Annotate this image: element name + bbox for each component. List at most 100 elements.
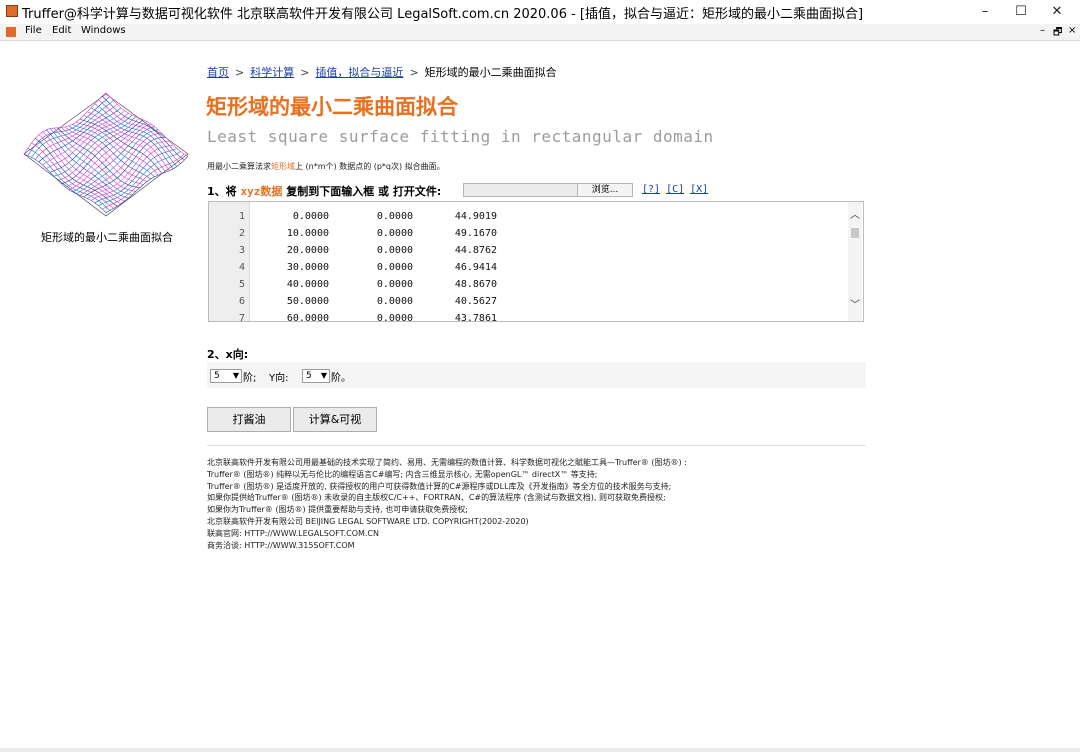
help-links: [?] [C] [X] (642, 184, 714, 195)
mesh-line (57, 117, 140, 181)
x-value: 50.0000 (286, 296, 329, 307)
y-value: 0.0000 (376, 313, 413, 322)
sidebar-label[interactable]: 矩形域的最小二乘曲面拟合 (22, 229, 192, 245)
data-row: 3 20.0000 0.0000 44.8762 (209, 242, 497, 259)
line-number: 7 (238, 313, 245, 322)
footer-line: 如果你提供给Truffer® (图坊®) 未收录的自主版权C/C++、FORTR… (207, 493, 666, 503)
x-value: 20.0000 (286, 245, 329, 256)
mdi-child-icon[interactable] (6, 27, 16, 37)
z-value: 40.5627 (454, 296, 497, 307)
desc-highlight: 矩形域 (271, 162, 295, 171)
line-number: 2 (238, 228, 245, 239)
desc-text: 用最小二乘算法求 (207, 162, 271, 171)
footer: 北京联高软件开发有限公司用最基础的技术实现了简约、易用、无需编程的数值计算、科学… (207, 457, 687, 551)
mdi-restore-button[interactable]: 🗗 (1053, 25, 1062, 42)
description: 用最小二乘算法求矩形域上 (n*m个) 数据点的 (p*q次) 拟合曲面。 (207, 161, 445, 172)
menu-windows[interactable]: Windows (81, 25, 126, 36)
y-order-value: 5 (306, 371, 312, 381)
x-value: 0.0000 (292, 211, 329, 222)
page-title: 矩形域的最小二乘曲面拟合 (206, 95, 458, 119)
y-order-suffix: 阶。 (331, 373, 351, 384)
z-value: 44.9019 (454, 211, 497, 222)
page-subtitle: Least square surface fitting in rectangu… (207, 127, 714, 146)
z-value: 48.8670 (454, 279, 497, 290)
step1-keyword: xyz数据 (240, 185, 283, 198)
line-number: 3 (238, 245, 245, 256)
footer-line: Truffer® (图坊®) 是适度开放的, 获得授权的用户可获得数值计算的C#… (207, 481, 672, 491)
y-order-label: Y向: (269, 373, 289, 384)
vertical-scrollbar[interactable]: ︿ ﹀ (848, 202, 862, 321)
divider (207, 445, 866, 446)
breadcrumb-interp[interactable]: 插值，拟合与逼近 (315, 66, 403, 79)
help-link[interactable]: [?] (642, 184, 660, 195)
data-row: 4 30.0000 0.0000 46.9414 (209, 259, 497, 276)
title-bar: Truffer@科学计算与数据可视化软件 北京联高软件开发有限公司 LegalS… (0, 0, 1080, 25)
breadcrumb-separator: > (409, 66, 419, 79)
data-row: 5 40.0000 0.0000 48.8670 (209, 276, 497, 293)
browse-button[interactable]: 浏览... (577, 184, 632, 196)
z-value: 44.8762 (454, 245, 497, 256)
line-number: 5 (238, 279, 245, 290)
scroll-down-icon[interactable]: ﹀ (848, 300, 862, 312)
x-value: 60.0000 (286, 313, 329, 322)
y-value: 0.0000 (376, 262, 413, 273)
y-value: 0.0000 (376, 245, 413, 256)
footer-line: Truffer® (图坊®) 纯粹以无与伦比的编程语言C#编写; 内含三维显示核… (207, 469, 598, 479)
file-upload[interactable]: 浏览... (463, 183, 633, 197)
line-number: 1 (238, 211, 245, 222)
mdi-minimize-button[interactable]: – (1040, 25, 1045, 36)
line-number: 4 (238, 262, 245, 273)
scroll-up-icon[interactable]: ︿ (848, 210, 862, 222)
z-value: 46.9414 (454, 262, 497, 273)
z-value: 49.1670 (454, 228, 497, 239)
breadcrumb-home[interactable]: 首页 (207, 66, 229, 79)
step1-text: 复制到下面输入框 或 打开文件: (286, 185, 442, 198)
file-path-field[interactable] (464, 184, 579, 196)
window-title: Truffer@科学计算与数据可视化软件 北京联高软件开发有限公司 LegalS… (22, 7, 864, 22)
surface-plot-thumbnail[interactable] (22, 92, 190, 220)
data-row: 1 0.0000 0.0000 44.9019 (209, 208, 497, 225)
mesh-line (87, 111, 170, 171)
clear-link[interactable]: [X] (690, 184, 708, 195)
copy-link[interactable]: [C] (666, 184, 684, 195)
x-order-value: 5 (214, 371, 220, 381)
xyz-data-editor[interactable]: 1 0.0000 0.0000 44.9019 2 1 0.0000 0.0000 49.167… (208, 201, 864, 322)
y-value: 0.0000 (376, 296, 413, 307)
data-row: 6 50.0000 0.0000 40.5627 (209, 293, 497, 310)
x-order-select[interactable]: 5 ▼ (210, 369, 242, 383)
mesh-line (23, 153, 107, 214)
data-row: 7 60.0000 0.0000 43.7861 (209, 310, 497, 322)
chevron-down-icon: ▼ (232, 371, 239, 380)
mdi-close-button[interactable]: × (1068, 25, 1076, 36)
step2-label: 2、x向: (207, 348, 249, 361)
breadcrumb-separator: > (235, 66, 245, 79)
breadcrumb-sci[interactable]: 科学计算 (250, 66, 294, 79)
x-value: 30.0000 (286, 262, 329, 273)
compute-visualize-button[interactable]: 计算&可视 (293, 407, 377, 432)
scroll-thumb[interactable] (851, 228, 859, 238)
app-icon (6, 5, 18, 17)
soy-button[interactable]: 打酱油 (207, 407, 291, 432)
footer-line: 商务洽谈: HTTP://WWW.315SOFT.COM (207, 540, 355, 550)
mesh-line (38, 134, 122, 205)
y-value: 0.0000 (376, 211, 413, 222)
menu-edit[interactable]: Edit (52, 25, 71, 36)
mesh-line (49, 114, 133, 173)
close-button[interactable]: ✕ (1034, 0, 1080, 24)
breadcrumb-current: 矩形域的最小二乘曲面拟合 (424, 66, 557, 79)
footer-line: 北京联高软件开发有限公司 BEIJING LEGAL SOFTWARE LTD.… (207, 516, 529, 526)
order-settings: 5 ▼ 阶; Y向: 5 ▼ 阶。 (207, 362, 866, 388)
y-value: 0.0000 (376, 228, 413, 239)
y-order-select[interactable]: 5 ▼ (302, 369, 330, 383)
breadcrumb: 首页 > 科学计算 > 插值，拟合与逼近 > 矩形域的最小二乘曲面拟合 (207, 64, 557, 80)
data-row: 2 10.0000 0.0000 49.1670 (209, 225, 497, 242)
x-order-suffix: 阶; (243, 373, 257, 384)
y-value: 0.0000 (376, 279, 413, 290)
menu-file[interactable]: File (25, 25, 42, 36)
chevron-down-icon: ▼ (320, 371, 327, 380)
line-number: 6 (238, 296, 245, 307)
mesh-line (105, 92, 189, 157)
menu-bar: File Edit Windows – 🗗 × (0, 24, 1080, 41)
footer-line: 北京联高软件开发有限公司用最基础的技术实现了简约、易用、无需编程的数值计算、科学… (207, 458, 687, 467)
step1-prefix: 1、将 (207, 185, 237, 198)
